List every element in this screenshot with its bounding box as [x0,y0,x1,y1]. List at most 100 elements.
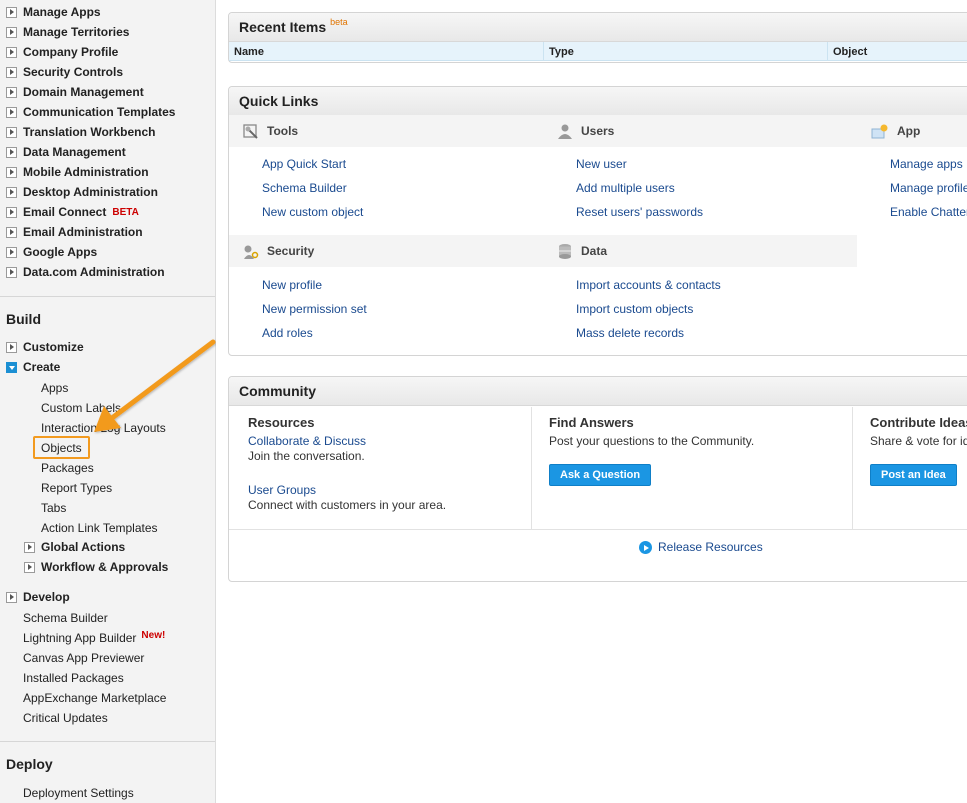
beta-badge: beta [330,17,348,27]
link-release-resources[interactable]: Release Resources [658,540,763,554]
sidebar-subitem-interaction-log-layouts[interactable]: Interaction Log Layouts [41,419,166,437]
sidebar-item-manage-territories[interactable]: Manage Territories [6,23,129,41]
community-panel: Community Resources Collaborate & Discus… [228,376,967,582]
link-user-groups[interactable]: User Groups [248,483,316,497]
expand-icon[interactable] [6,341,17,353]
expand-icon[interactable] [6,226,17,238]
link-reset-passwords[interactable]: Reset users' passwords [576,205,703,219]
expand-icon[interactable] [6,186,17,198]
quick-links-band [229,235,857,267]
sidebar-item-deployment-settings[interactable]: Deployment Settings [23,784,134,802]
recent-items-column-header: Name Type Object [229,42,967,61]
sidebar-item-security-controls[interactable]: Security Controls [6,63,123,81]
sidebar-subitem-action-link-templates[interactable]: Action Link Templates [41,519,158,537]
link-enable-chatter[interactable]: Enable Chatter [890,205,967,219]
sidebar-item-lightning-app-builder[interactable]: Lightning App Builder New! [23,629,165,647]
expand-icon[interactable] [24,561,35,573]
post-idea-button[interactable]: Post an Idea [870,464,957,486]
sidebar-item-appexchange-marketplace[interactable]: AppExchange Marketplace [23,689,166,707]
expand-icon[interactable] [6,146,17,158]
new-badge: New! [141,629,166,641]
setup-sidebar: Manage Apps Manage Territories Company P… [0,0,216,803]
expand-icon[interactable] [6,246,17,258]
expand-icon[interactable] [6,46,17,58]
sidebar-subitem-apps[interactable]: Apps [41,379,68,397]
link-new-profile[interactable]: New profile [262,278,322,292]
sidebar-divider [0,741,215,742]
sidebar-item-installed-packages[interactable]: Installed Packages [23,669,124,687]
expand-icon[interactable] [6,86,17,98]
expand-icon[interactable] [6,166,17,178]
link-add-roles[interactable]: Add roles [262,326,313,340]
sidebar-item-canvas-app-previewer[interactable]: Canvas App Previewer [23,649,144,667]
sidebar-subitem-packages[interactable]: Packages [41,459,94,477]
sidebar-item-email-administration[interactable]: Email Administration [6,223,143,241]
sidebar-item-domain-management[interactable]: Domain Management [6,83,144,101]
data-category: Data [557,235,607,267]
expand-icon[interactable] [6,26,17,38]
column-name[interactable]: Name [229,42,543,61]
link-manage-apps[interactable]: Manage apps [890,157,963,171]
expand-icon[interactable] [24,541,35,553]
app-category: App [871,115,920,147]
link-import-accounts-contacts[interactable]: Import accounts & contacts [576,278,721,292]
sidebar-item-schema-builder[interactable]: Schema Builder [23,609,108,627]
column-object[interactable]: Object [827,42,967,61]
sidebar-item-email-connect[interactable]: Email Connect BETA [6,203,139,221]
find-answers-text: Post your questions to the Community. [549,434,755,448]
recent-items-header: Recent Items beta [229,13,967,42]
link-app-quick-start[interactable]: App Quick Start [262,157,346,171]
sidebar-subitem-tabs[interactable]: Tabs [41,499,66,517]
expand-icon[interactable] [6,126,17,138]
collapse-icon[interactable] [6,361,17,373]
link-manage-profile[interactable]: Manage profile [890,181,967,195]
expand-icon[interactable] [6,6,17,18]
column-divider [852,407,853,529]
recent-items-panel: Recent Items beta Name Type Object [228,12,967,63]
sidebar-item-critical-updates[interactable]: Critical Updates [23,709,108,727]
sidebar-item-workflow-approvals[interactable]: Workflow & Approvals [24,558,168,576]
find-answers-heading: Find Answers [549,415,634,430]
link-new-user[interactable]: New user [576,157,627,171]
resources-text-2: Connect with customers in your area. [248,498,447,512]
sidebar-item-global-actions[interactable]: Global Actions [24,538,125,556]
expand-icon[interactable] [6,66,17,78]
quick-links-panel: Quick Links Tools Users App App Quick St… [228,86,967,356]
link-new-permission-set[interactable]: New permission set [262,302,367,316]
expand-icon[interactable] [6,206,17,218]
app-icon [871,124,888,139]
sidebar-item-datacom-administration[interactable]: Data.com Administration [6,263,165,281]
sidebar-item-data-management[interactable]: Data Management [6,143,126,161]
tools-icon [243,124,258,139]
sidebar-item-company-profile[interactable]: Company Profile [6,43,118,61]
link-mass-delete-records[interactable]: Mass delete records [576,326,684,340]
sidebar-item-translation-workbench[interactable]: Translation Workbench [6,123,155,141]
expand-icon[interactable] [6,106,17,118]
play-icon[interactable] [639,541,652,554]
link-new-custom-object[interactable]: New custom object [262,205,363,219]
ask-question-button[interactable]: Ask a Question [549,464,652,486]
sidebar-item-customize[interactable]: Customize [6,338,84,356]
link-import-custom-objects[interactable]: Import custom objects [576,302,693,316]
sidebar-item-mobile-administration[interactable]: Mobile Administration [6,163,149,181]
sidebar-item-desktop-administration[interactable]: Desktop Administration [6,183,158,201]
sidebar-item-communication-templates[interactable]: Communication Templates [6,103,175,121]
sidebar-item-google-apps[interactable]: Google Apps [6,243,97,261]
link-schema-builder[interactable]: Schema Builder [262,181,347,195]
sidebar-item-manage-apps[interactable]: Manage Apps [6,3,101,21]
beta-badge: BETA [112,206,139,218]
community-title: Community [239,383,316,399]
expand-icon[interactable] [6,591,17,603]
expand-icon[interactable] [6,266,17,278]
deploy-section-title: Deploy [6,756,53,772]
column-type[interactable]: Type [543,42,827,61]
sidebar-item-develop[interactable]: Develop [6,588,70,606]
community-divider [229,529,967,530]
sidebar-subitem-custom-labels[interactable]: Custom Labels [41,399,121,417]
sidebar-subitem-report-types[interactable]: Report Types [41,479,112,497]
build-section-title: Build [6,311,41,327]
tools-category: Tools [243,115,298,147]
link-add-multiple-users[interactable]: Add multiple users [576,181,675,195]
link-collaborate-discuss[interactable]: Collaborate & Discuss [248,434,366,448]
sidebar-item-create[interactable]: Create [6,358,60,376]
